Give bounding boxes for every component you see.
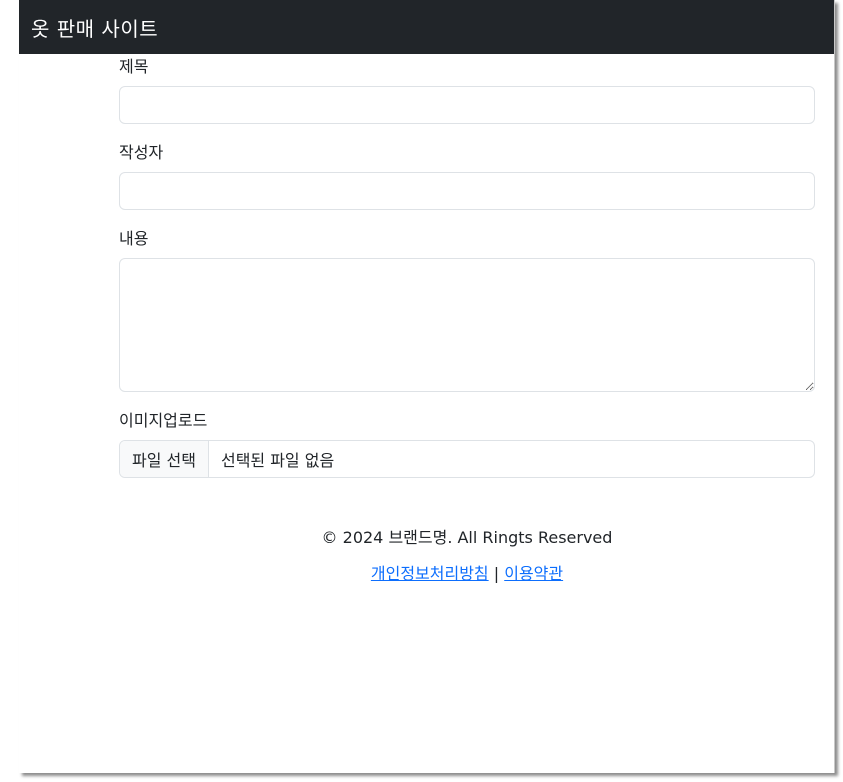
file-input[interactable]: 파일 선택 선택된 파일 없음 (119, 440, 815, 478)
image-upload-label: 이미지업로드 (119, 411, 208, 430)
choose-file-button[interactable]: 파일 선택 (120, 441, 209, 477)
title-group: 제목 (119, 54, 815, 124)
author-label: 작성자 (119, 143, 164, 162)
post-form: 제목 작성자 내용 이미지업로드 파일 선택 선택된 파일 없음 (119, 54, 815, 478)
title-label: 제목 (119, 57, 149, 76)
browser-window: 옷 판매 사이트 제목 작성자 내용 이미지업로드 파일 선택 선택된 파일 없… (19, 0, 835, 773)
author-group: 작성자 (119, 140, 815, 210)
content-group: 내용 (119, 226, 815, 392)
privacy-policy-link[interactable]: 개인정보처리방침 (371, 564, 489, 583)
file-status-text: 선택된 파일 없음 (220, 451, 335, 470)
content-label: 내용 (119, 229, 149, 248)
content-textarea[interactable] (119, 258, 815, 392)
title-input[interactable] (119, 86, 815, 124)
navbar: 옷 판매 사이트 (19, 0, 834, 54)
navbar-brand[interactable]: 옷 판매 사이트 (31, 13, 158, 42)
terms-of-use-link[interactable]: 이용약관 (504, 564, 563, 583)
image-upload-group: 이미지업로드 파일 선택 선택된 파일 없음 (119, 408, 815, 478)
copyright-text: © 2024 브랜드명. All Ringts Reserved (321, 528, 613, 547)
footer: © 2024 브랜드명. All Ringts Reserved 개인정보처리방… (19, 520, 843, 592)
footer-links: 개인정보처리방침 | 이용약관 (19, 556, 843, 592)
link-separator: | (493, 564, 500, 583)
author-input[interactable] (119, 172, 815, 210)
